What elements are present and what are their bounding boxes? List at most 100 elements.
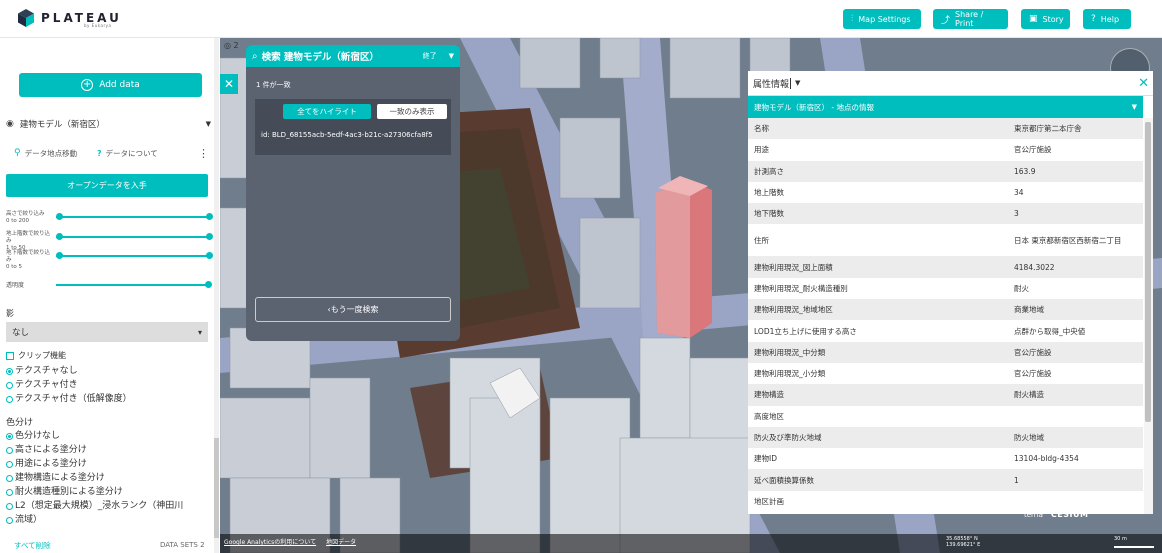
layer-header[interactable]: ◉ 建物モデル（新宿区） ▼ bbox=[6, 116, 211, 132]
chevron-down-icon[interactable]: ▼ bbox=[795, 79, 800, 87]
color-option[interactable]: 高さによる塗分け bbox=[6, 443, 183, 457]
map-footer: Google Analyticsの利用について 地図データ 35.68558° … bbox=[220, 534, 1162, 553]
map-data-link[interactable]: 地図データ bbox=[326, 539, 356, 546]
color-option-label: 高さによる塗分け bbox=[15, 445, 87, 455]
add-data-button[interactable]: + Add data bbox=[19, 73, 202, 97]
slider-track[interactable] bbox=[56, 216, 210, 218]
texture-option[interactable]: テクスチャなし bbox=[6, 364, 132, 378]
show-matches-only-button[interactable]: 一致のみ表示 bbox=[377, 104, 447, 119]
height-filter-label: 高さで絞り込み 0 to 200 bbox=[6, 211, 45, 224]
attribute-value: 官公庁施設 bbox=[1008, 341, 1143, 363]
attribute-row: 地区計画 bbox=[748, 490, 1143, 513]
coordinate-readout: 35.68558° N 139.69621° E bbox=[946, 536, 980, 548]
chevron-down-icon[interactable]: ▼ bbox=[449, 52, 454, 60]
chevron-down-icon[interactable]: ▼ bbox=[1132, 103, 1137, 111]
attribute-row: 名称 東京都庁第二本庁舎 bbox=[748, 118, 1143, 140]
attribute-value: 34 bbox=[1008, 181, 1143, 204]
opacity-slider[interactable]: 透明度 bbox=[6, 280, 212, 290]
scrollbar-thumb[interactable] bbox=[214, 438, 219, 538]
result-building-id[interactable]: id: BLD_68155acb-5edf-4ac3-b21c-a27306cf… bbox=[261, 130, 447, 140]
help-button[interactable]: ? Help bbox=[1083, 9, 1131, 29]
radio-icon[interactable] bbox=[6, 460, 13, 468]
slider-track[interactable] bbox=[56, 236, 210, 238]
more-vertical-icon[interactable]: ⋮ bbox=[198, 147, 209, 160]
share-print-button[interactable]: ⤴ Share / Print bbox=[933, 9, 1008, 29]
map-status-indicator: ◎ 2 bbox=[224, 41, 239, 50]
slider-min-handle[interactable] bbox=[56, 213, 63, 220]
radio-icon[interactable] bbox=[6, 395, 13, 403]
get-open-data-button[interactable]: オープンデータを入手 bbox=[6, 174, 208, 197]
texture-option[interactable]: テクスチャ付き（低解像度） bbox=[6, 392, 132, 406]
attribute-scrollbar[interactable] bbox=[1144, 118, 1153, 514]
slider-max-handle[interactable] bbox=[206, 252, 213, 259]
color-option[interactable]: 用途による塗分け bbox=[6, 457, 183, 471]
slider-max-handle[interactable] bbox=[206, 233, 213, 240]
radio-icon[interactable] bbox=[6, 474, 13, 482]
radio-icon[interactable] bbox=[6, 367, 13, 375]
slider-track[interactable] bbox=[56, 255, 210, 257]
attribute-key: 地区計画 bbox=[748, 490, 1008, 513]
story-button[interactable]: ▣ Story bbox=[1021, 9, 1070, 29]
attribute-row: 建物利用現況_図上面積 4184.3022 bbox=[748, 256, 1143, 278]
height-filter-slider[interactable]: 高さで絞り込み 0 to 200 bbox=[6, 211, 213, 229]
search-panel-header[interactable]: ⌕ 検索 建物モデル（新宿区） 終了 ▼ bbox=[246, 45, 460, 67]
opacity-handle[interactable] bbox=[205, 281, 212, 288]
ground-floors-filter-slider[interactable]: 地上階数で絞り込み 1 to 50 bbox=[6, 231, 213, 251]
about-data-link[interactable]: データについて bbox=[105, 148, 157, 159]
texture-option-label: テクスチャ付き（低解像度） bbox=[15, 394, 132, 404]
clip-checkbox[interactable]: クリップ機能 bbox=[6, 350, 66, 361]
opacity-track[interactable] bbox=[56, 284, 210, 286]
sidebar-scrollbar[interactable] bbox=[214, 38, 219, 553]
attribute-row: 地上階数 34 bbox=[748, 181, 1143, 204]
scale-bar: 30 m bbox=[1114, 536, 1154, 548]
attribute-section-header[interactable]: 建物モデル（新宿区） - 地点の情報 ▼ bbox=[748, 96, 1143, 118]
attribute-selector[interactable]: 属性情報 ▼ bbox=[753, 77, 800, 90]
radio-icon[interactable] bbox=[6, 502, 13, 510]
search-again-button[interactable]: ‹ もう一度検索 bbox=[255, 297, 451, 322]
texture-option[interactable]: テクスチャ付き bbox=[6, 378, 132, 392]
analytics-link[interactable]: Google Analyticsの利用について bbox=[224, 539, 316, 546]
radio-icon[interactable] bbox=[6, 488, 13, 496]
color-option[interactable]: 建物構造による塗分け bbox=[6, 471, 183, 485]
search-result-item: 全てをハイライト 一致のみ表示 id: BLD_68155acb-5edf-4a… bbox=[255, 99, 451, 155]
checkbox-icon[interactable] bbox=[6, 351, 14, 360]
attribute-row: 高度地区 bbox=[748, 405, 1143, 427]
plateau-logo[interactable]: PLATEAU by Eukarya bbox=[18, 9, 122, 28]
search-panel-title: 検索 建物モデル（新宿区） bbox=[261, 52, 379, 63]
map-settings-button[interactable]: ⫶ Map Settings bbox=[843, 9, 921, 29]
color-option-label: 用途による塗分け bbox=[15, 459, 87, 469]
basement-floors-filter-slider[interactable]: 地下階数で絞り込み 0 to 5 bbox=[6, 250, 213, 270]
layer-name: 建物モデル（新宿区） bbox=[19, 120, 105, 130]
scrollbar-thumb[interactable] bbox=[1145, 122, 1151, 422]
attribute-row: 防火及び準防火地域 防火地域 bbox=[748, 426, 1143, 449]
color-section-label: 色分け bbox=[6, 418, 34, 428]
slider-min-handle[interactable] bbox=[56, 233, 63, 240]
close-attribute-panel-button[interactable]: ✕ bbox=[1138, 76, 1149, 91]
zoom-to-data-link[interactable]: データ地点移動 bbox=[25, 148, 78, 159]
close-sidebar-button[interactable]: ✕ bbox=[220, 74, 238, 94]
color-option[interactable]: 色分けなし bbox=[6, 429, 183, 443]
radio-icon[interactable] bbox=[6, 432, 13, 440]
radio-icon[interactable] bbox=[6, 446, 13, 454]
chevron-down-icon[interactable]: ▼ bbox=[206, 120, 211, 128]
attribute-key: 計測高さ bbox=[748, 160, 1008, 182]
attribute-key: 住所 bbox=[748, 224, 1008, 257]
remove-all-link[interactable]: すべて削除 bbox=[14, 540, 51, 551]
color-option[interactable]: L2（想定最大規模）_浸水ランク（神田川 bbox=[6, 499, 183, 513]
shadow-select[interactable]: なし ▾ bbox=[6, 322, 208, 342]
color-option[interactable]: 流域） bbox=[6, 513, 183, 527]
attribute-key: 延べ面積換算係数 bbox=[748, 469, 1008, 491]
longitude: 139.69621° E bbox=[946, 542, 981, 548]
attribute-key: LOD1立ち上げに使用する高さ bbox=[748, 320, 1008, 342]
opacity-label: 透明度 bbox=[6, 282, 25, 289]
slider-max-handle[interactable] bbox=[206, 213, 213, 220]
end-search-button[interactable]: 終了 bbox=[423, 51, 437, 61]
slider-min-handle[interactable] bbox=[56, 252, 63, 259]
color-option[interactable]: 耐火構造種別による塗分け bbox=[6, 485, 183, 499]
radio-icon[interactable] bbox=[6, 381, 13, 389]
eye-icon[interactable]: ◉ bbox=[6, 119, 14, 129]
attribute-value: 3 bbox=[1008, 203, 1143, 225]
radio-icon[interactable] bbox=[6, 516, 13, 524]
plus-icon: + bbox=[81, 79, 94, 91]
highlight-all-button[interactable]: 全てをハイライト bbox=[283, 104, 371, 119]
